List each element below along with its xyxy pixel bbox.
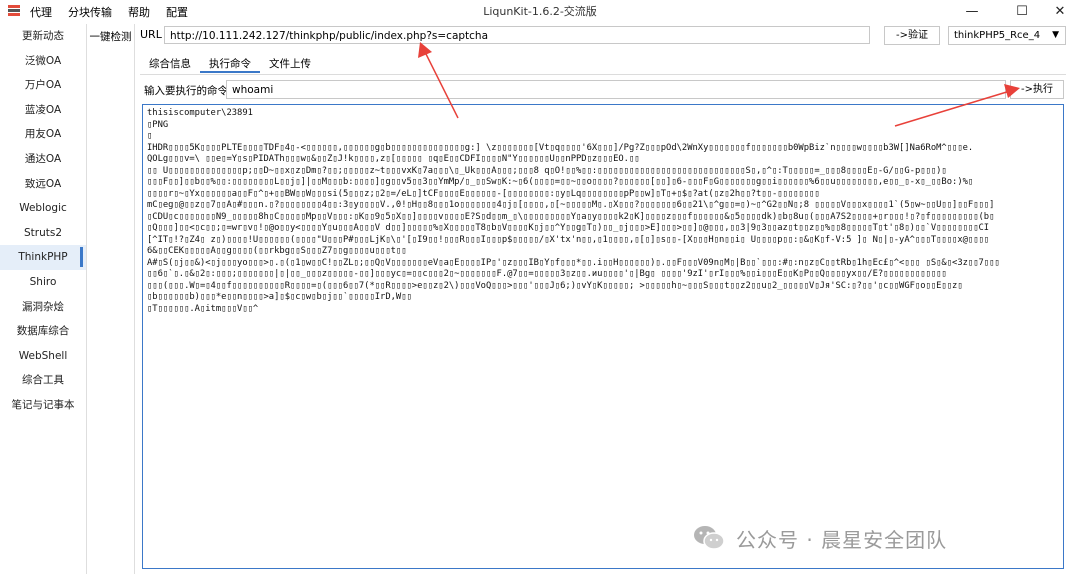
output-line: ▯CDU▯c▯▯▯▯▯▯▯N9_▯▯▯▯▯8h▯C▯▯▯▯▯Mp▯▯V▯▯▯:▯… [147, 211, 995, 222]
output-line: ▯▯▯F▯▯]▯▯b▯▯%▯▯:▯▯▯▯▯▯▯▯L▯▯j▯]|▯▯M▯▯▯b:▯… [147, 177, 974, 187]
sidebar-item[interactable]: 致远OA [0, 172, 86, 197]
tab-file-upload[interactable]: 文件上传 [260, 55, 320, 73]
menu-config[interactable]: 配置 [166, 4, 188, 20]
output-line: ▯PNG [147, 119, 169, 130]
sidebar-item[interactable]: 漏洞杂烩 [0, 295, 86, 320]
exploit-select-value: thinkPHP5_Rce_4 [954, 30, 1041, 41]
maximize-button[interactable]: ☐ [1002, 0, 1042, 24]
menu-help[interactable]: 帮助 [128, 4, 150, 20]
output-line: A#▯S(▯j▯▯&)<▯j▯▯▯yo▯▯▯>▯.▯(▯1▯w▯▯C!▯▯ZL▯… [147, 257, 1000, 268]
output-line: ▯T▯▯▯▯▯▯.A▯itm▯▯▯V▯▯^ [147, 303, 259, 314]
output-line: thisiscomputer\23891 [147, 108, 253, 118]
menu-proxy[interactable]: 代理 [30, 4, 52, 20]
output-line: ▯b▯▯▯▯▯▯b)▯▯▯*e▯▯n▯▯▯▯>a]▯$▯c▯w▯b▯j▯▯`▯▯… [147, 292, 412, 302]
app-logo-icon [8, 5, 20, 19]
tab-divider [140, 74, 1066, 75]
sidebar-item[interactable]: 蓝凌OA [0, 98, 86, 123]
output-line: ▯▯▯▯r▯~▯Yx▯▯▯▯▯▯a▯▯F▯^▯+▯▯BW▯▯W▯▯▯si(5▯▯… [147, 188, 820, 199]
watermark: 公众号 · 晨星安全团队 [692, 520, 947, 556]
url-label: URL [140, 28, 162, 41]
output-line: ▯Q▯▯▯]▯▯<▯c▯▯;▯=wr▯v▯!▯@o▯▯y<▯▯▯▯Y▯u▯▯▯A… [147, 223, 990, 233]
sidebar-item[interactable]: 笔记与记事本 [0, 393, 86, 418]
sidebar-item[interactable]: Weblogic [0, 196, 86, 221]
verify-button[interactable]: ->验证 [884, 26, 940, 45]
command-label: 输入要执行的命令: [144, 85, 232, 97]
output-line: ▯▯ U▯▯▯▯▯▯▯▯▯▯▯▯▯▯p;▯▯D~▯▯x▯z▯Dm▯?▯▯;▯▯▯… [147, 165, 947, 176]
sidebar-item[interactable]: 更新动态 [0, 24, 86, 49]
minimize-button[interactable]: — [952, 0, 992, 24]
sidebar-item[interactable]: 万户OA [0, 73, 86, 98]
sidebar-item[interactable]: 数据库综合 [0, 319, 86, 344]
sub-item-one-click-detect[interactable]: 一键检测 [87, 24, 134, 50]
url-input[interactable]: http://10.111.242.127/thinkphp/public/in… [164, 26, 870, 44]
sidebar: 更新动态 泛微OA 万户OA 蓝凌OA 用友OA 通达OA 致远OA Weblogic Stru… [0, 24, 86, 574]
exploit-select[interactable]: thinkPHP5_Rce_4 ▼ [948, 26, 1066, 45]
menu-bar: 代理 分块传输 帮助 配置 [30, 0, 204, 24]
sidebar-item[interactable]: 通达OA [0, 147, 86, 172]
sub-sidebar-divider [134, 24, 135, 574]
watermark-text: 公众号 · 晨星安全团队 [736, 527, 948, 552]
tab-bar: 综合信息 执行命令 文件上传 [140, 55, 320, 73]
sidebar-item[interactable]: Shiro [0, 270, 86, 295]
close-button[interactable]: ✕ [1040, 0, 1080, 24]
output-line: mC▯eg▯@▯▯z▯▯7▯▯A▯#▯▯▯n.▯?▯▯▯▯▯▯▯▯4▯▯:3▯y… [147, 200, 995, 210]
wechat-icon [692, 523, 726, 553]
chevron-down-icon: ▼ [1052, 30, 1059, 40]
output-line: [^IT▯!?▯Z4▯ z▯)▯▯▯▯!U▯▯▯▯▯▯(▯▯▯▯"U▯▯▯P#▯… [147, 234, 990, 245]
sidebar-item[interactable]: 综合工具 [0, 368, 86, 393]
title-bar: 代理 分块传输 帮助 配置 LiqunKit-1.6.2-交流版 — ☐ ✕ [0, 0, 1080, 24]
output-line: 6&▯▯CEK▯▯▯▯▯A▯▯g▯▯▯▯(▯▯rkbg▯▯S▯▯▯Z7▯▯g▯▯… [147, 246, 407, 256]
sidebar-item[interactable]: Struts2 [0, 221, 86, 246]
output-line: QOLg▯▯▯v=\ ▯▯e▯=Y▯s▯PIDATh▯▯▯w▯&▯▯Z▯J!k▯… [147, 154, 640, 164]
side-strip [1068, 104, 1080, 569]
command-input[interactable]: whoami [226, 80, 1006, 99]
sidebar-item[interactable]: 泛微OA [0, 49, 86, 74]
output-line: IHDR▯▯▯▯5K▯▯▯▯PLTE▯▯▯▯TDF▯4▯-<▯▯▯▯▯▯,▯▯▯… [147, 142, 974, 153]
sidebar-item[interactable]: WebShell [0, 344, 86, 369]
menu-chunked-transfer[interactable]: 分块传输 [68, 4, 112, 20]
tab-execute-command[interactable]: 执行命令 [200, 55, 260, 73]
output-line: ▯ [147, 131, 153, 141]
output-line: ▯▯6▯`▯.▯&▯2▯:▯▯▯;▯▯▯▯▯▯▯|▯|▯▯_▯▯▯z▯▯▯▯▯-… [147, 269, 947, 279]
output-line: ▯▯▯(▯▯▯.W▯=▯4▯▯f▯▯▯▯▯▯▯▯▯▯R▯▯▯▯=▯(▯▯▯6▯▯… [147, 280, 963, 291]
sidebar-item[interactable]: 用友OA [0, 122, 86, 147]
sidebar-item[interactable]: ThinkPHP [0, 245, 86, 270]
tab-overview[interactable]: 综合信息 [140, 55, 200, 73]
output-textarea[interactable]: thisiscomputer\23891 ▯PNG ▯ IHDR▯▯▯▯5K▯▯▯▯P… [142, 104, 1064, 569]
sub-sidebar: 一键检测 [87, 24, 134, 574]
execute-button[interactable]: ->执行 [1010, 80, 1064, 99]
